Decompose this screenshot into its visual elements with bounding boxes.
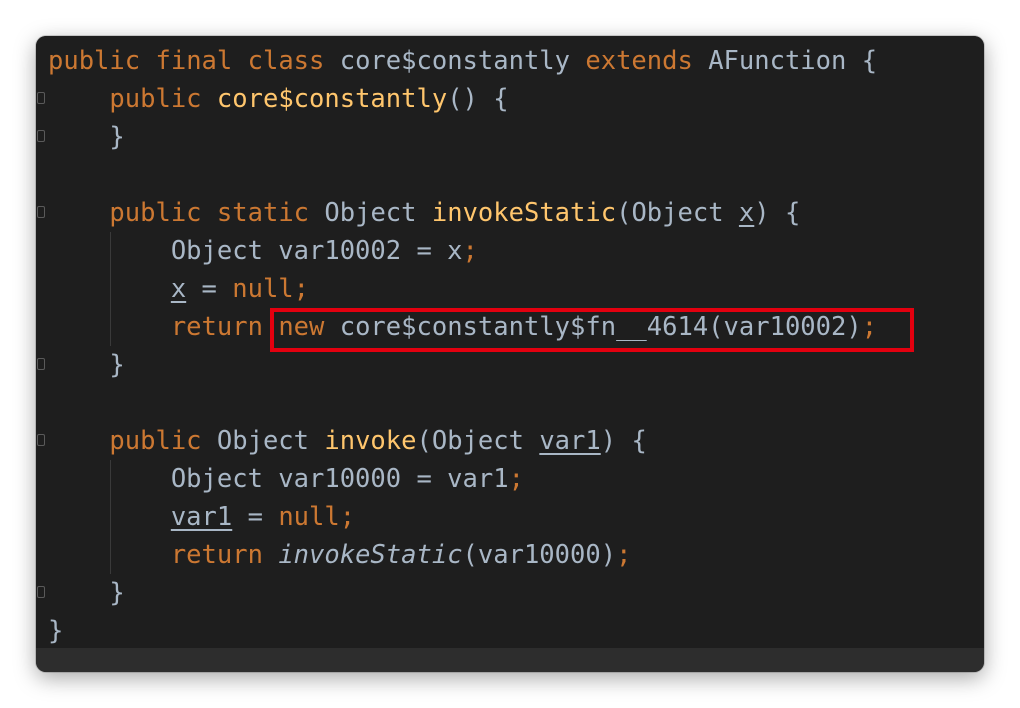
code-token: var1 — [170, 502, 233, 532]
code-token: } — [48, 350, 125, 380]
fold-marker-icon[interactable] — [37, 206, 45, 218]
editor-window: public final class core$constantly exten… — [36, 36, 984, 672]
code-token: ) { — [754, 198, 801, 228]
code-token: invokeStatic — [278, 540, 463, 570]
code-token: public — [109, 426, 202, 456]
code-line[interactable]: } — [48, 574, 125, 612]
fold-marker-icon[interactable] — [37, 130, 45, 142]
code-token: x — [170, 274, 187, 304]
code-token: null — [278, 502, 340, 532]
fold-marker-icon[interactable] — [37, 358, 45, 370]
fold-marker-icon[interactable] — [37, 586, 45, 598]
code-line[interactable]: return invokeStatic(var10000); — [48, 536, 632, 574]
code-line[interactable]: var1 = null; — [48, 498, 355, 536]
code-token: (Object — [616, 198, 739, 228]
code-token: public — [109, 84, 202, 114]
code-token: null — [232, 274, 294, 304]
code-line[interactable]: } — [48, 612, 63, 650]
code-token: ; — [462, 236, 478, 266]
code-token: invokeStatic — [431, 198, 617, 228]
code-token: core$constantly — [324, 46, 586, 76]
code-line[interactable]: public static Object invokeStatic(Object… — [48, 194, 800, 232]
fold-marker-icon[interactable] — [37, 92, 45, 104]
code-token: return — [170, 312, 263, 342]
fold-marker-icon[interactable] — [37, 434, 45, 446]
indent-guide — [110, 232, 111, 346]
code-line[interactable]: } — [48, 118, 125, 156]
code-token: Object var10000 = var1 — [48, 464, 509, 494]
code-token: x — [738, 198, 755, 228]
code-token: ) { — [600, 426, 647, 456]
code-token: class — [247, 46, 325, 76]
code-line[interactable]: Object var10002 = x; — [48, 232, 478, 270]
code-token: ; — [339, 502, 356, 532]
code-line[interactable]: } — [48, 346, 125, 384]
code-token: ; — [616, 540, 632, 570]
code-token: public — [109, 198, 202, 228]
code-token: (Object — [416, 426, 540, 456]
indent-guide — [110, 460, 111, 574]
code-token: () { — [447, 84, 509, 114]
code-token: Object — [201, 426, 325, 456]
code-line[interactable]: public core$constantly() { — [48, 80, 509, 118]
highlight-annotation-box — [270, 308, 914, 352]
code-token: ; — [293, 274, 310, 304]
code-token: AFunction { — [692, 46, 878, 76]
code-token: return — [170, 540, 263, 570]
code-token: } — [48, 578, 125, 608]
code-token: extends — [585, 46, 693, 76]
code-token: final — [155, 46, 233, 76]
code-token: = — [186, 274, 233, 304]
code-token: (var10000) — [462, 540, 617, 570]
code-line[interactable]: public final class core$constantly exten… — [48, 42, 877, 80]
code-editor[interactable]: public final class core$constantly exten… — [36, 36, 984, 648]
code-token: public — [48, 46, 141, 76]
code-token: static — [216, 198, 310, 228]
code-token: } — [48, 122, 125, 152]
code-token: invoke — [324, 426, 417, 456]
code-line[interactable]: x = null; — [48, 270, 309, 308]
code-token: } — [48, 616, 64, 646]
code-token: var1 — [539, 426, 601, 456]
editor-bottom-strip — [36, 648, 984, 672]
code-token: core$constantly — [216, 84, 448, 114]
code-token: ; — [508, 464, 524, 494]
code-token: = — [232, 502, 279, 532]
code-token: Object — [309, 198, 432, 228]
code-line[interactable]: Object var10000 = var1; — [48, 460, 524, 498]
code-line[interactable]: public Object invoke(Object var1) { — [48, 422, 647, 460]
